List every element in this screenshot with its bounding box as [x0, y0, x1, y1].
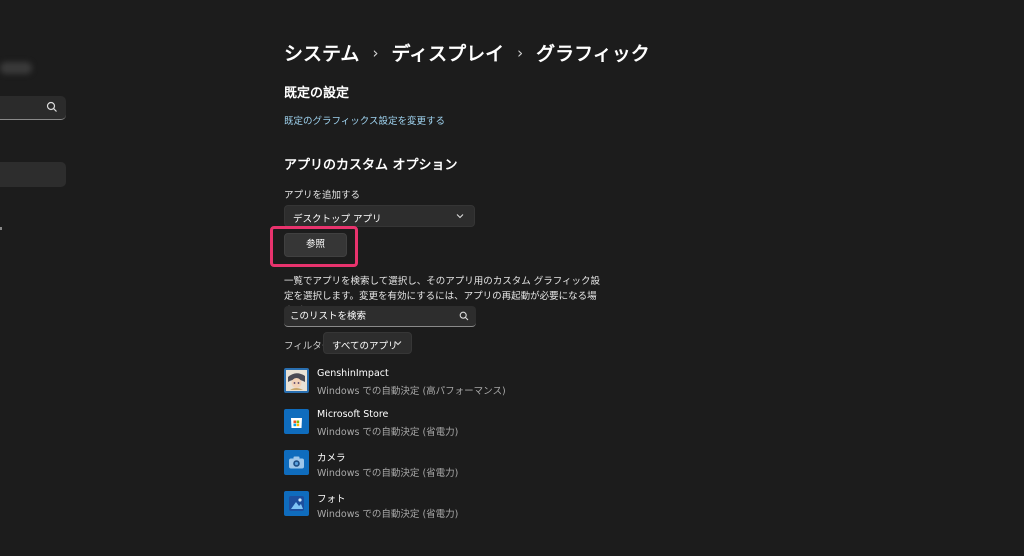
sidebar-marker	[0, 227, 2, 230]
user-name-blurred	[0, 62, 32, 74]
chevron-down-icon	[456, 214, 464, 219]
photos-icon	[284, 491, 309, 516]
settings-search-box[interactable]	[0, 96, 66, 120]
microsoft-store-icon	[284, 409, 309, 434]
chevron-down-icon	[394, 341, 402, 346]
app-name: カメラ	[317, 453, 346, 464]
default-settings-heading: 既定の設定	[284, 86, 350, 101]
app-item-microsoft-store[interactable]: Microsoft Store Windows での自動決定 (省電力)	[284, 409, 584, 439]
search-icon	[459, 311, 469, 321]
browse-button[interactable]: 参照	[284, 233, 347, 257]
add-app-label: アプリを追加する	[284, 190, 361, 201]
breadcrumb: システム › ディスプレイ › グラフィック	[284, 39, 650, 66]
app-name: GenshinImpact	[317, 368, 389, 379]
app-list-search-input[interactable]	[290, 309, 450, 323]
custom-options-heading: アプリのカスタム オプション	[284, 158, 458, 173]
app-type-dropdown[interactable]: デスクトップ アプリ	[284, 205, 475, 227]
sidebar-item-selected[interactable]	[0, 162, 66, 187]
app-name: Microsoft Store	[317, 409, 389, 420]
camera-icon	[284, 450, 309, 475]
change-default-graphics-link[interactable]: 既定のグラフィックス設定を変更する	[284, 113, 445, 127]
app-gpu-status: Windows での自動決定 (省電力)	[317, 427, 459, 438]
app-name: フォト	[317, 494, 346, 505]
app-list-search[interactable]	[284, 306, 476, 327]
app-gpu-status: Windows での自動決定 (省電力)	[317, 509, 459, 520]
genshin-impact-icon	[284, 368, 309, 393]
breadcrumb-display[interactable]: ディスプレイ	[391, 39, 504, 66]
sidebar	[0, 0, 70, 556]
app-item-photos[interactable]: フォト Windows での自動決定 (省電力)	[284, 491, 584, 521]
filter-value: すべてのアプリ	[332, 341, 398, 352]
chevron-right-icon: ›	[372, 43, 379, 62]
breadcrumb-graphics: グラフィック	[536, 43, 650, 65]
app-item-camera[interactable]: カメラ Windows での自動決定 (省電力)	[284, 450, 584, 480]
app-type-value: デスクトップ アプリ	[293, 214, 382, 225]
app-item-genshin[interactable]: GenshinImpact Windows での自動決定 (高パフォーマンス)	[284, 368, 584, 398]
app-gpu-status: Windows での自動決定 (高パフォーマンス)	[317, 386, 506, 397]
filter-dropdown[interactable]: すべてのアプリ	[323, 332, 412, 354]
search-icon	[46, 101, 57, 112]
breadcrumb-system[interactable]: システム	[284, 39, 359, 66]
app-gpu-status: Windows での自動決定 (省電力)	[317, 468, 459, 479]
chevron-right-icon: ›	[517, 43, 524, 62]
